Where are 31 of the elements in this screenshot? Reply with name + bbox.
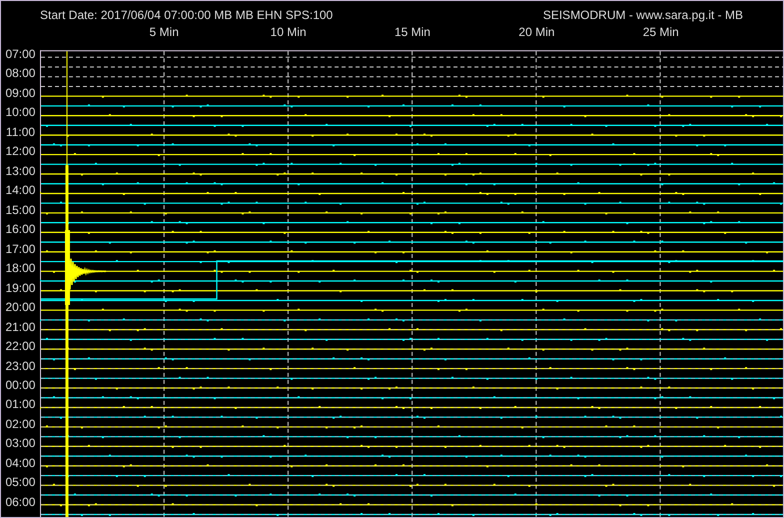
hour-label: 12:00 bbox=[4, 143, 36, 160]
hour-label: 09:00 bbox=[4, 84, 36, 102]
hour-label: 16:00 bbox=[4, 221, 36, 238]
minute-label: 15 Min bbox=[393, 25, 432, 39]
hour-label: 21:00 bbox=[4, 318, 36, 336]
hour-label: 00:00 bbox=[4, 376, 36, 394]
hour-label: 13:00 bbox=[4, 162, 36, 180]
hour-label: 20:00 bbox=[4, 299, 36, 316]
hour-label: 10:00 bbox=[4, 104, 36, 122]
hour-label: 19:00 bbox=[4, 280, 36, 297]
hour-label: 05:00 bbox=[4, 474, 36, 492]
hour-label: 15:00 bbox=[4, 202, 36, 219]
hour-label: 02:00 bbox=[4, 416, 36, 433]
hour-label: 03:00 bbox=[4, 435, 36, 452]
minute-label: 20 Min bbox=[518, 25, 556, 39]
hour-label: 17:00 bbox=[4, 240, 36, 258]
hour-label: 01:00 bbox=[4, 396, 36, 414]
minute-label: 5 Min bbox=[148, 25, 180, 39]
hour-label: 14:00 bbox=[4, 182, 36, 200]
start-info: Start Date: 2017/06/04 07:00:00 MB MB EHN SPS:100 bbox=[40, 8, 333, 22]
minute-label: 10 Min bbox=[269, 25, 308, 39]
minute-label: 25 Min bbox=[642, 25, 680, 39]
hour-label: 18:00 bbox=[4, 260, 36, 278]
hour-label: 22:00 bbox=[4, 338, 36, 356]
hour-label: 06:00 bbox=[4, 494, 36, 511]
hour-label: 07:00 bbox=[4, 46, 36, 63]
chart-title: SEISMODRUM - www.sara.pg.it - MB bbox=[542, 8, 743, 22]
hour-label: 23:00 bbox=[4, 358, 36, 374]
hour-label: 04:00 bbox=[4, 454, 36, 472]
hour-label: 08:00 bbox=[4, 65, 36, 82]
hour-label: 11:00 bbox=[4, 124, 36, 141]
